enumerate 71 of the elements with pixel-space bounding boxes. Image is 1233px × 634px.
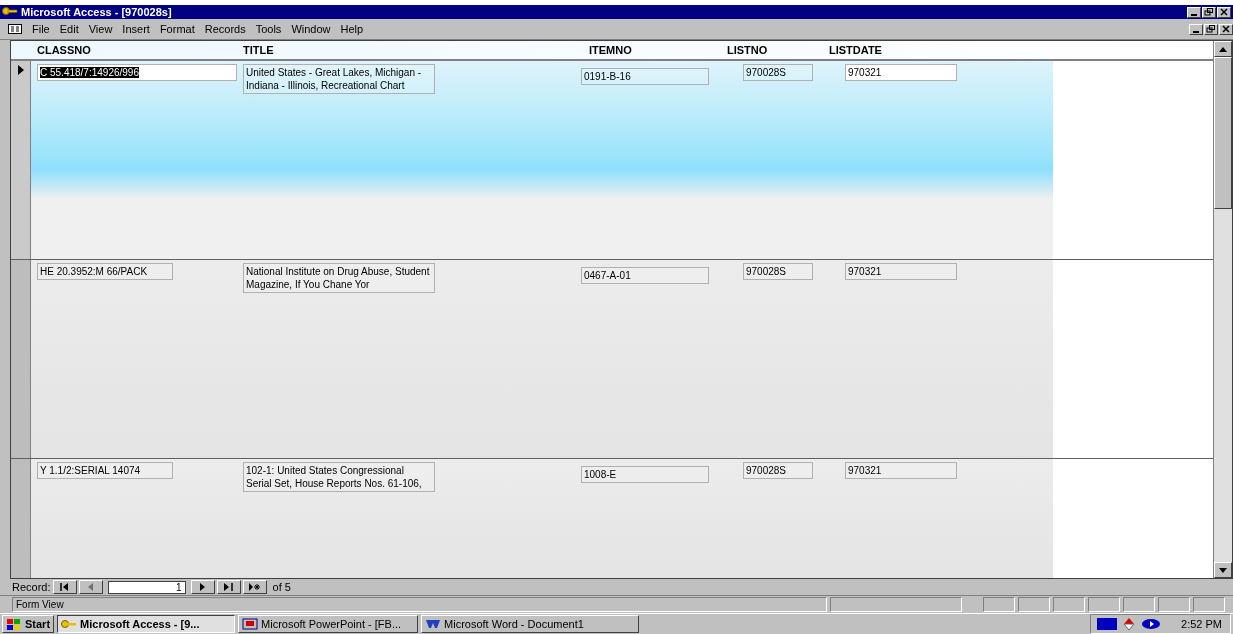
title-field[interactable]: United States - Great Lakes, Michigan - Indiana - Illinois, Recreational Chart bbox=[243, 64, 435, 94]
minimize-icon bbox=[1193, 31, 1199, 33]
clock: 2:52 PM bbox=[1181, 618, 1222, 630]
window-title: Microsoft Access - [970028s] bbox=[21, 6, 173, 18]
scroll-up-icon bbox=[1219, 46, 1227, 52]
taskbar-button[interactable]: Microsoft Word - Document1 bbox=[421, 615, 640, 633]
scrollbar[interactable] bbox=[1213, 41, 1232, 578]
menu-item[interactable]: Insert bbox=[122, 23, 150, 35]
w-letter-icon bbox=[425, 618, 442, 630]
new-record-icon bbox=[248, 582, 261, 592]
column-header: TITLE bbox=[243, 44, 275, 56]
first-record-icon bbox=[58, 582, 71, 592]
classno-field[interactable]: HE 20.3952:M 66/PACK bbox=[37, 263, 173, 280]
record-number-field[interactable]: 1 bbox=[107, 580, 186, 594]
close-icon bbox=[1221, 24, 1231, 34]
record-count: of 5 bbox=[272, 581, 291, 593]
restore-icon bbox=[1206, 24, 1216, 34]
listdate-field[interactable]: 970321 bbox=[845, 263, 957, 280]
itemno-field[interactable]: 0467-A-01 bbox=[581, 267, 709, 284]
key-icon bbox=[61, 618, 78, 630]
column-header: LISTDATE bbox=[829, 44, 883, 56]
classno-field[interactable]: Y 1.1/2:SERIAL 14074 bbox=[37, 462, 173, 479]
current-record-icon bbox=[16, 65, 25, 75]
column-header: CLASSNO bbox=[37, 44, 92, 56]
close-button[interactable] bbox=[1217, 6, 1231, 18]
new-record-button[interactable] bbox=[242, 580, 267, 594]
taskbar-button[interactable]: Microsoft Access - [9... bbox=[57, 615, 236, 633]
menu-item[interactable]: Format bbox=[159, 23, 195, 35]
menu-item[interactable]: File bbox=[32, 23, 50, 35]
start-button[interactable]: Start bbox=[2, 615, 55, 633]
listno-field[interactable]: 970028S bbox=[743, 64, 813, 81]
next-record-button[interactable] bbox=[190, 580, 215, 594]
classno-field[interactable]: C 55.418/7:14926/996 bbox=[37, 64, 237, 81]
listno-field[interactable]: 970028S bbox=[743, 462, 813, 479]
minimize-icon bbox=[1191, 14, 1197, 16]
record-label: Record: bbox=[12, 581, 51, 593]
taskbar-button[interactable]: Microsoft PowerPoint - [FB... bbox=[238, 615, 419, 633]
listdate-field[interactable]: 970321 bbox=[845, 462, 957, 479]
itemno-field[interactable]: 0191-B-16 bbox=[581, 68, 709, 85]
windows-logo bbox=[6, 618, 22, 630]
last-record-button[interactable] bbox=[216, 580, 241, 594]
title-field[interactable]: 102-1: United States Congressional Serial Set, House Reports Nos. 61-106, bbox=[243, 462, 435, 492]
diamond-icon bbox=[1123, 618, 1136, 630]
column-header: ITEMNO bbox=[589, 44, 633, 56]
presentation-icon bbox=[242, 618, 259, 630]
menu-item[interactable]: Edit bbox=[59, 23, 79, 35]
close-icon bbox=[1219, 7, 1229, 17]
menu-item[interactable]: Window bbox=[291, 23, 331, 35]
key-icon bbox=[2, 6, 18, 18]
title-field[interactable]: National Institute on Drug Abuse, Student Magazine, If You Chane Yor bbox=[243, 263, 435, 293]
menu-item[interactable]: Help bbox=[340, 23, 364, 35]
close-button[interactable] bbox=[1219, 23, 1233, 35]
listdate-field[interactable]: 970321 bbox=[845, 64, 957, 81]
itemno-field[interactable]: 1008-E bbox=[581, 466, 709, 483]
last-record-icon bbox=[222, 582, 235, 592]
restore-icon bbox=[1204, 7, 1214, 17]
menu-item[interactable]: Records bbox=[204, 23, 246, 35]
restore-button[interactable] bbox=[1202, 6, 1216, 18]
minimize-button[interactable] bbox=[1187, 6, 1201, 18]
network-card-icon bbox=[1097, 618, 1118, 630]
first-record-button[interactable] bbox=[52, 580, 77, 594]
eye-icon bbox=[1141, 618, 1162, 630]
listno-field[interactable]: 970028S bbox=[743, 263, 813, 280]
status-text: Form View bbox=[12, 597, 827, 612]
menu-item[interactable]: Tools bbox=[255, 23, 282, 35]
restore-button[interactable] bbox=[1204, 23, 1218, 35]
minimize-button[interactable] bbox=[1189, 23, 1203, 35]
scroll-down-icon bbox=[1219, 567, 1227, 573]
menu-item[interactable]: View bbox=[88, 23, 113, 35]
column-header: LISTNO bbox=[727, 44, 769, 56]
form-icon bbox=[8, 24, 22, 34]
